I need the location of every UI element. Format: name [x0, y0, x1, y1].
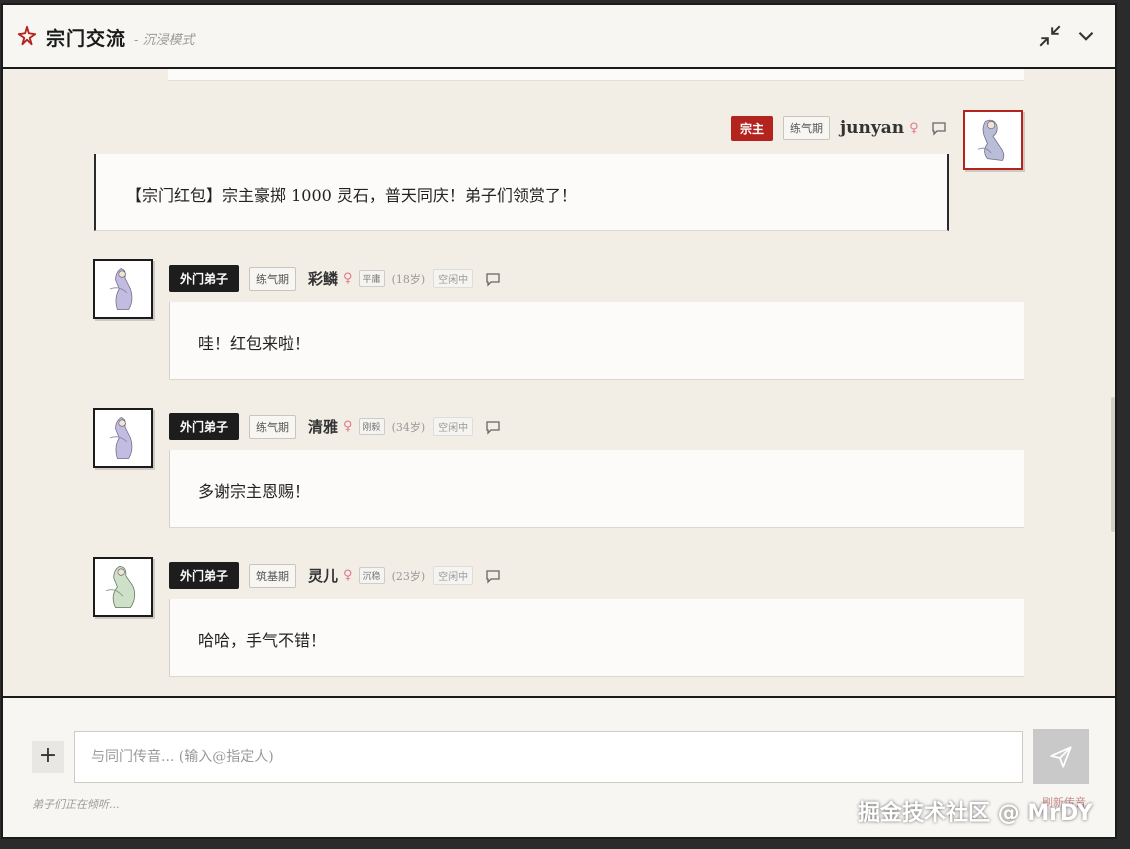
realm-badge: 练气期 [249, 266, 297, 291]
add-button[interactable]: + [32, 741, 64, 773]
avatar-image [95, 261, 151, 317]
gender-icon: ♀ [909, 120, 919, 136]
trait-badge: 刚毅 [358, 418, 385, 435]
status-badge: 空闲中 [433, 417, 474, 436]
send-icon [1050, 745, 1072, 768]
sender-name[interactable]: 彩鳞 [308, 268, 338, 289]
avatar[interactable] [963, 110, 1023, 170]
realm-badge: 筑基期 [249, 563, 297, 588]
own-message-bubble: 【宗门红包】宗主豪掷 1000 灵石，普天同庆！弟子们领赏了！ [94, 154, 949, 231]
message-input[interactable] [74, 731, 1023, 783]
gender-icon: ♀ [343, 271, 353, 286]
message-meta: 外门弟子 练气期 彩鳞 ♀ 平庸 (18岁) 空闲中 [169, 265, 501, 292]
chevron-down-icon [1078, 31, 1094, 41]
age-label: (34岁) [391, 420, 426, 434]
collapse-icon [1039, 25, 1061, 47]
message-list[interactable]: 宗主 练气期 junyan ♀ 【宗门红包】宗主豪掷 1000 灵石，普天同庆！… [3, 69, 1115, 696]
send-button[interactable] [1033, 729, 1089, 784]
avatar[interactable] [93, 259, 153, 319]
reply-icon[interactable] [485, 568, 501, 584]
previous-message-bubble [168, 69, 1024, 81]
page-title: 宗门交流 [46, 28, 127, 50]
scrollbar[interactable] [1111, 397, 1115, 532]
rank-badge: 宗主 [731, 115, 774, 141]
watermark: 掘金技术社区 @ MrDY [858, 801, 1093, 826]
own-message-meta: 宗主 练气期 junyan ♀ [731, 114, 947, 142]
realm-badge: 练气期 [783, 116, 831, 140]
avatar[interactable] [93, 557, 153, 617]
age-label: (18岁) [391, 272, 426, 286]
status-badge: 空闲中 [433, 566, 474, 585]
message-bubble: 多谢宗主恩赐！ [169, 450, 1024, 528]
chat-window: 宗门交流 - 沉浸模式 宗主 练气期 junyan ♀ 【宗门红包】宗主豪掷 1… [1, 3, 1117, 839]
message-meta: 外门弟子 筑基期 灵儿 ♀ 沉稳 (23岁) 空闲中 [169, 562, 501, 589]
gender-icon: ♀ [343, 568, 353, 583]
realm-badge: 练气期 [249, 414, 297, 439]
collapse-button[interactable] [1037, 23, 1063, 49]
listening-status: 弟子们正在倾听... [32, 798, 120, 811]
sender-name[interactable]: 灵儿 [308, 565, 338, 586]
rank-badge: 外门弟子 [169, 413, 240, 440]
rank-badge: 外门弟子 [169, 265, 240, 292]
avatar-image [965, 112, 1021, 168]
avatar[interactable] [93, 408, 153, 468]
sparkle-icon [17, 25, 37, 46]
trait-badge: 平庸 [358, 270, 385, 287]
trait-badge: 沉稳 [358, 567, 385, 584]
avatar-image [95, 410, 151, 466]
age-label: (23岁) [391, 569, 426, 583]
reply-icon[interactable] [485, 419, 501, 435]
sender-name[interactable]: 清雅 [308, 416, 338, 437]
message-meta: 外门弟子 练气期 清雅 ♀ 刚毅 (34岁) 空闲中 [169, 413, 501, 440]
reply-icon[interactable] [485, 271, 501, 287]
message-bubble: 哈哈，手气不错！ [169, 599, 1024, 677]
rank-badge: 外门弟子 [169, 562, 240, 589]
reply-icon[interactable] [931, 120, 947, 136]
mode-subtitle: - 沉浸模式 [134, 33, 195, 48]
avatar-image [95, 559, 151, 615]
status-badge: 空闲中 [433, 269, 474, 288]
dropdown-button[interactable] [1073, 23, 1099, 49]
message-bubble: 哇！红包来啦！ [169, 302, 1024, 380]
sender-name[interactable]: junyan [840, 118, 904, 138]
gender-icon: ♀ [343, 419, 353, 434]
header: 宗门交流 - 沉浸模式 [3, 5, 1115, 69]
